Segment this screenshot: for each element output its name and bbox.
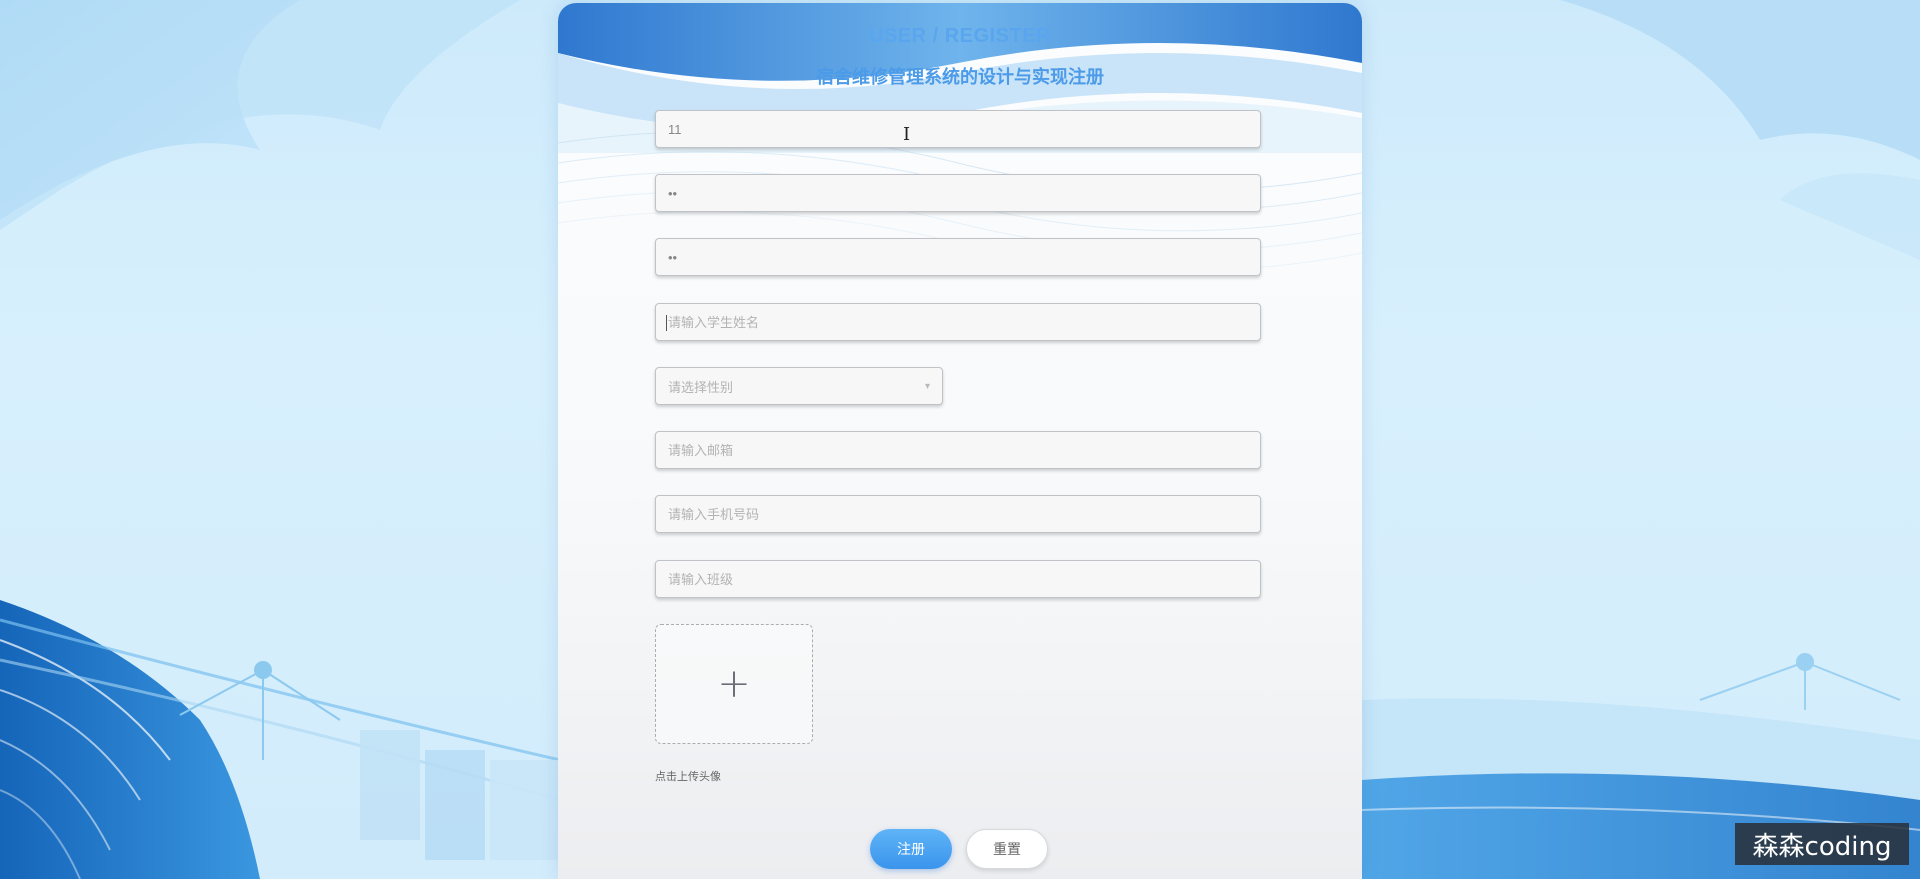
register-card: USER / REGISTER 宿舍维修管理系统的设计与实现注册 请选择性别 ▾… — [558, 3, 1362, 879]
register-button[interactable]: 注册 — [870, 829, 952, 869]
student-name-input[interactable] — [655, 303, 1261, 341]
password-input[interactable] — [655, 174, 1261, 212]
phone-input[interactable] — [655, 495, 1261, 533]
plus-icon: + — [717, 661, 751, 707]
text-cursor-icon: I — [903, 124, 911, 145]
chevron-down-icon: ▾ — [924, 380, 930, 392]
reset-button[interactable]: 重置 — [966, 829, 1048, 869]
avatar-upload[interactable]: + — [655, 624, 813, 744]
confirm-password-input[interactable] — [655, 238, 1261, 276]
gender-select-value: 请选择性别 — [668, 380, 734, 396]
page-title: USER / REGISTER — [869, 25, 1051, 47]
text-caret — [666, 315, 667, 331]
page-subtitle: 宿舍维修管理系统的设计与实现注册 — [816, 67, 1104, 88]
email-input[interactable] — [655, 431, 1261, 469]
class-input[interactable] — [655, 560, 1261, 598]
gender-select[interactable]: 请选择性别 ▾ — [655, 367, 943, 405]
account-input[interactable] — [655, 110, 1261, 148]
avatar-upload-label: 点击上传头像 — [655, 770, 721, 783]
watermark: 森森coding — [1735, 823, 1909, 865]
